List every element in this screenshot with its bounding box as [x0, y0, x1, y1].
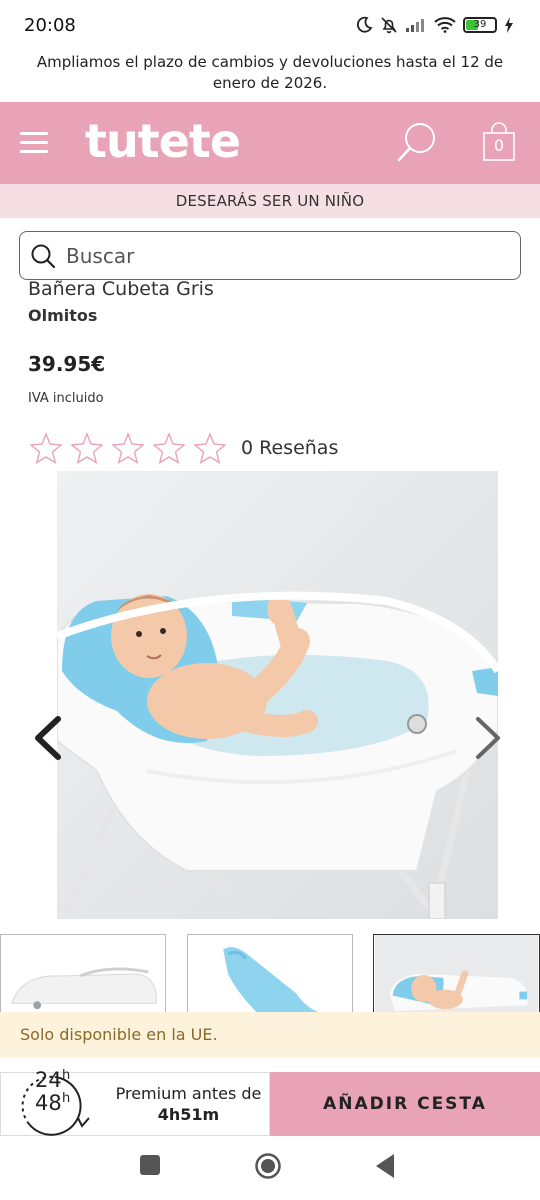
search-bar[interactable]: [19, 231, 521, 280]
star-icon[interactable]: [153, 432, 185, 464]
logo[interactable]: tutete: [85, 114, 241, 168]
back-icon[interactable]: [374, 1153, 396, 1179]
tax-note: IVA incluido: [28, 391, 104, 406]
prev-image-arrow-icon[interactable]: [30, 715, 64, 761]
review-count[interactable]: 0 Reseñas: [241, 437, 338, 459]
product-brand[interactable]: Olmitos: [28, 306, 97, 325]
badge-24-unit: h: [62, 1068, 71, 1083]
system-nav-bar: [0, 1140, 540, 1200]
badge-24: 24: [35, 1068, 62, 1092]
search-icon: [31, 244, 56, 268]
recent-apps-icon[interactable]: [139, 1154, 161, 1176]
search-input[interactable]: [66, 243, 466, 268]
thumbnail-3[interactable]: [373, 934, 540, 1014]
cart-count[interactable]: 0: [482, 136, 516, 155]
signal-icon: [406, 19, 424, 32]
promo-banner[interactable]: DESEARÁS SER UN NIÑO: [0, 184, 540, 218]
menu-icon[interactable]: [20, 132, 48, 154]
status-icons: 39: [355, 16, 514, 34]
thumbnail-strip: [0, 934, 540, 1014]
product-price: 39.95€: [28, 352, 106, 376]
home-icon[interactable]: [254, 1152, 282, 1180]
search-icon[interactable]: [396, 120, 440, 164]
premium-delivery-text: Premium antes de 4h51m: [106, 1083, 271, 1125]
product-title: Bañera Cubeta Gris: [28, 278, 214, 300]
eu-availability-notice: Solo disponible en la UE.: [0, 1012, 540, 1058]
premium-label: Premium antes de: [115, 1084, 262, 1103]
star-icon[interactable]: [71, 432, 103, 464]
rating[interactable]: 0 Reseñas: [30, 432, 338, 464]
returns-notice: Ampliamos el plazo de cambios y devoluci…: [36, 53, 504, 92]
thumbnail-2[interactable]: [187, 934, 353, 1014]
star-icon[interactable]: [30, 432, 62, 464]
product-image[interactable]: [57, 471, 498, 919]
bottom-action-bar: 24 h 48 h Premium antes de 4h51m AÑADIR …: [0, 1068, 540, 1136]
status-bar: 20:08 39: [0, 0, 540, 50]
star-icon[interactable]: [112, 432, 144, 464]
moon-icon: [356, 16, 373, 33]
wifi-icon: [434, 17, 456, 33]
add-to-cart-button[interactable]: AÑADIR CESTA: [270, 1072, 540, 1136]
charging-icon: [505, 17, 513, 33]
premium-countdown: 4h51m: [157, 1105, 220, 1124]
bell-off-icon: [381, 17, 397, 34]
next-image-arrow-icon[interactable]: [472, 715, 506, 761]
badge-48-unit: h: [62, 1091, 71, 1106]
delivery-info: 24 h 48 h Premium antes de 4h51m: [0, 1068, 271, 1136]
badge-48: 48: [35, 1091, 62, 1115]
battery-icon: 39: [463, 17, 497, 33]
battery-level: 39: [473, 19, 487, 30]
star-icon[interactable]: [194, 432, 226, 464]
thumbnail-1[interactable]: [0, 934, 166, 1014]
status-time: 20:08: [24, 14, 76, 36]
site-header: tutete: [0, 102, 540, 184]
